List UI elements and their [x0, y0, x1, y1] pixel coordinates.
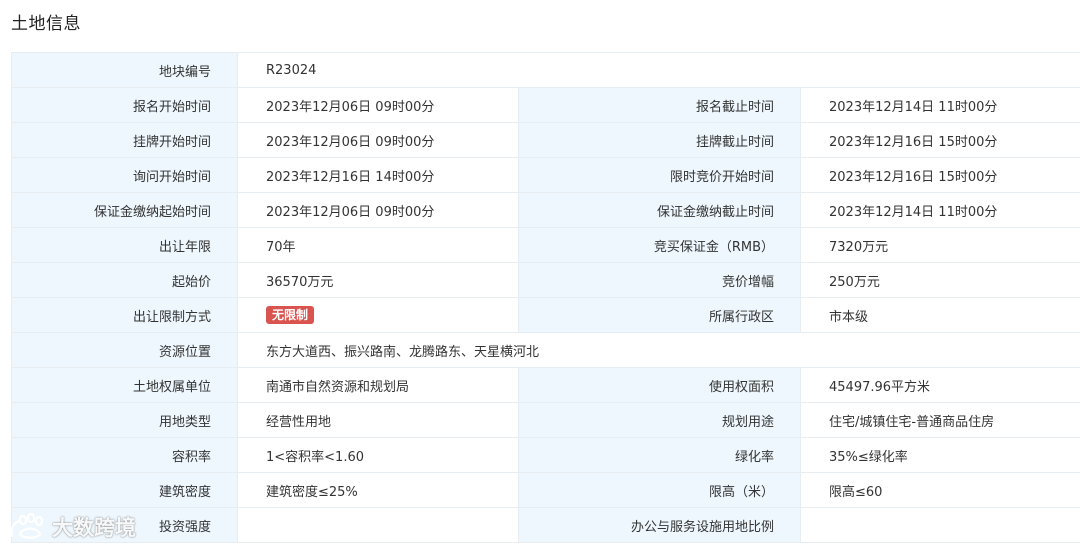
value-location: 东方大道西、振兴路南、龙腾路东、天星横河北: [236, 332, 1080, 368]
label-land-type: 用地类型: [11, 402, 238, 438]
value-office-service-ratio: [799, 507, 1080, 543]
table-row: 资源位置 东方大道西、振兴路南、龙腾路东、天星横河北: [11, 332, 1080, 368]
value-restriction-method: 无限制: [237, 297, 519, 333]
value-inquiry-start: 2023年12月16日 14时00分: [237, 157, 519, 193]
label-listing-start: 挂牌开始时间: [11, 122, 238, 158]
value-investment-intensity: [237, 507, 519, 543]
value-plot-ratio: 1<容积率<1.60: [237, 437, 519, 473]
value-timed-bid-start: 2023年12月16日 15时00分: [799, 157, 1080, 193]
table-row: 容积率 1<容积率<1.60 绿化率 35%≤绿化率: [11, 437, 1080, 473]
label-inquiry-start: 询问开始时间: [11, 157, 238, 193]
label-height-limit: 限高（米）: [518, 472, 801, 508]
table-row: 出让年限 70年 竞买保证金（RMB） 7320万元: [11, 227, 1080, 263]
table-row: 建筑密度 建筑密度≤25% 限高（米） 限高≤60: [11, 472, 1080, 508]
label-investment-intensity: 投资强度: [11, 507, 238, 543]
table-row: 起始价 36570万元 竞价增幅 250万元: [11, 262, 1080, 298]
label-signup-end: 报名截止时间: [518, 87, 801, 123]
label-bid-deposit: 竞买保证金（RMB）: [518, 227, 801, 263]
label-building-density: 建筑密度: [11, 472, 238, 508]
label-deposit-start: 保证金缴纳起始时间: [11, 192, 238, 228]
table-row: 投资强度 办公与服务设施用地比例: [11, 507, 1080, 543]
value-bid-deposit: 7320万元: [799, 227, 1080, 263]
value-land-type: 经营性用地: [237, 402, 519, 438]
value-starting-price: 36570万元: [237, 262, 519, 298]
label-timed-bid-start: 限时竞价开始时间: [518, 157, 801, 193]
label-deposit-end: 保证金缴纳截止时间: [518, 192, 801, 228]
label-restriction-method: 出让限制方式: [11, 297, 238, 333]
value-bid-increment: 250万元: [799, 262, 1080, 298]
value-signup-start: 2023年12月06日 09时00分: [237, 87, 519, 123]
label-planned-use: 规划用途: [518, 402, 801, 438]
value-signup-end: 2023年12月14日 11时00分: [799, 87, 1080, 123]
table-row: 挂牌开始时间 2023年12月06日 09时00分 挂牌截止时间 2023年12…: [11, 122, 1080, 158]
value-district: 市本级: [799, 297, 1080, 333]
label-signup-start: 报名开始时间: [11, 87, 238, 123]
table-row: 保证金缴纳起始时间 2023年12月06日 09时00分 保证金缴纳截止时间 2…: [11, 192, 1080, 228]
value-deposit-start: 2023年12月06日 09时00分: [237, 192, 519, 228]
value-height-limit: 限高≤60: [799, 472, 1080, 508]
label-starting-price: 起始价: [11, 262, 238, 298]
table-row: 报名开始时间 2023年12月06日 09时00分 报名截止时间 2023年12…: [11, 87, 1080, 123]
label-use-area: 使用权面积: [518, 367, 801, 403]
section-title: 土地信息: [11, 14, 81, 34]
table-row: 出让限制方式 无限制 所属行政区 市本级: [11, 297, 1080, 333]
table-row: 用地类型 经营性用地 规划用途 住宅/城镇住宅-普通商品住房: [11, 402, 1080, 438]
land-info-page: 土地信息 地块编号 R23024 报名开始时间 2023年12月06日 09时0…: [0, 0, 1080, 548]
value-ownership-unit: 南通市自然资源和规划局: [237, 367, 519, 403]
value-deposit-end: 2023年12月14日 11时00分: [799, 192, 1080, 228]
table-row: 询问开始时间 2023年12月16日 14时00分 限时竞价开始时间 2023年…: [11, 157, 1080, 193]
label-lease-term: 出让年限: [11, 227, 238, 263]
value-parcel-no: R23024: [236, 52, 1080, 88]
label-green-ratio: 绿化率: [518, 437, 801, 473]
land-info-table: 地块编号 R23024 报名开始时间 2023年12月06日 09时00分 报名…: [11, 52, 1080, 543]
table-row: 土地权属单位 南通市自然资源和规划局 使用权面积 45497.96平方米: [11, 367, 1080, 403]
value-lease-term: 70年: [237, 227, 519, 263]
value-building-density: 建筑密度≤25%: [237, 472, 519, 508]
label-plot-ratio: 容积率: [11, 437, 238, 473]
table-row: 地块编号 R23024: [11, 52, 1080, 88]
label-parcel-no: 地块编号: [11, 52, 238, 88]
value-planned-use: 住宅/城镇住宅-普通商品住房: [799, 402, 1080, 438]
label-district: 所属行政区: [518, 297, 801, 333]
label-bid-increment: 竞价增幅: [518, 262, 801, 298]
value-green-ratio: 35%≤绿化率: [799, 437, 1080, 473]
label-listing-end: 挂牌截止时间: [518, 122, 801, 158]
value-listing-end: 2023年12月16日 15时00分: [799, 122, 1080, 158]
value-listing-start: 2023年12月06日 09时00分: [237, 122, 519, 158]
label-location: 资源位置: [11, 332, 238, 368]
label-ownership-unit: 土地权属单位: [11, 367, 238, 403]
label-office-service-ratio: 办公与服务设施用地比例: [518, 507, 801, 543]
value-use-area: 45497.96平方米: [799, 367, 1080, 403]
status-badge: 无限制: [266, 306, 315, 324]
